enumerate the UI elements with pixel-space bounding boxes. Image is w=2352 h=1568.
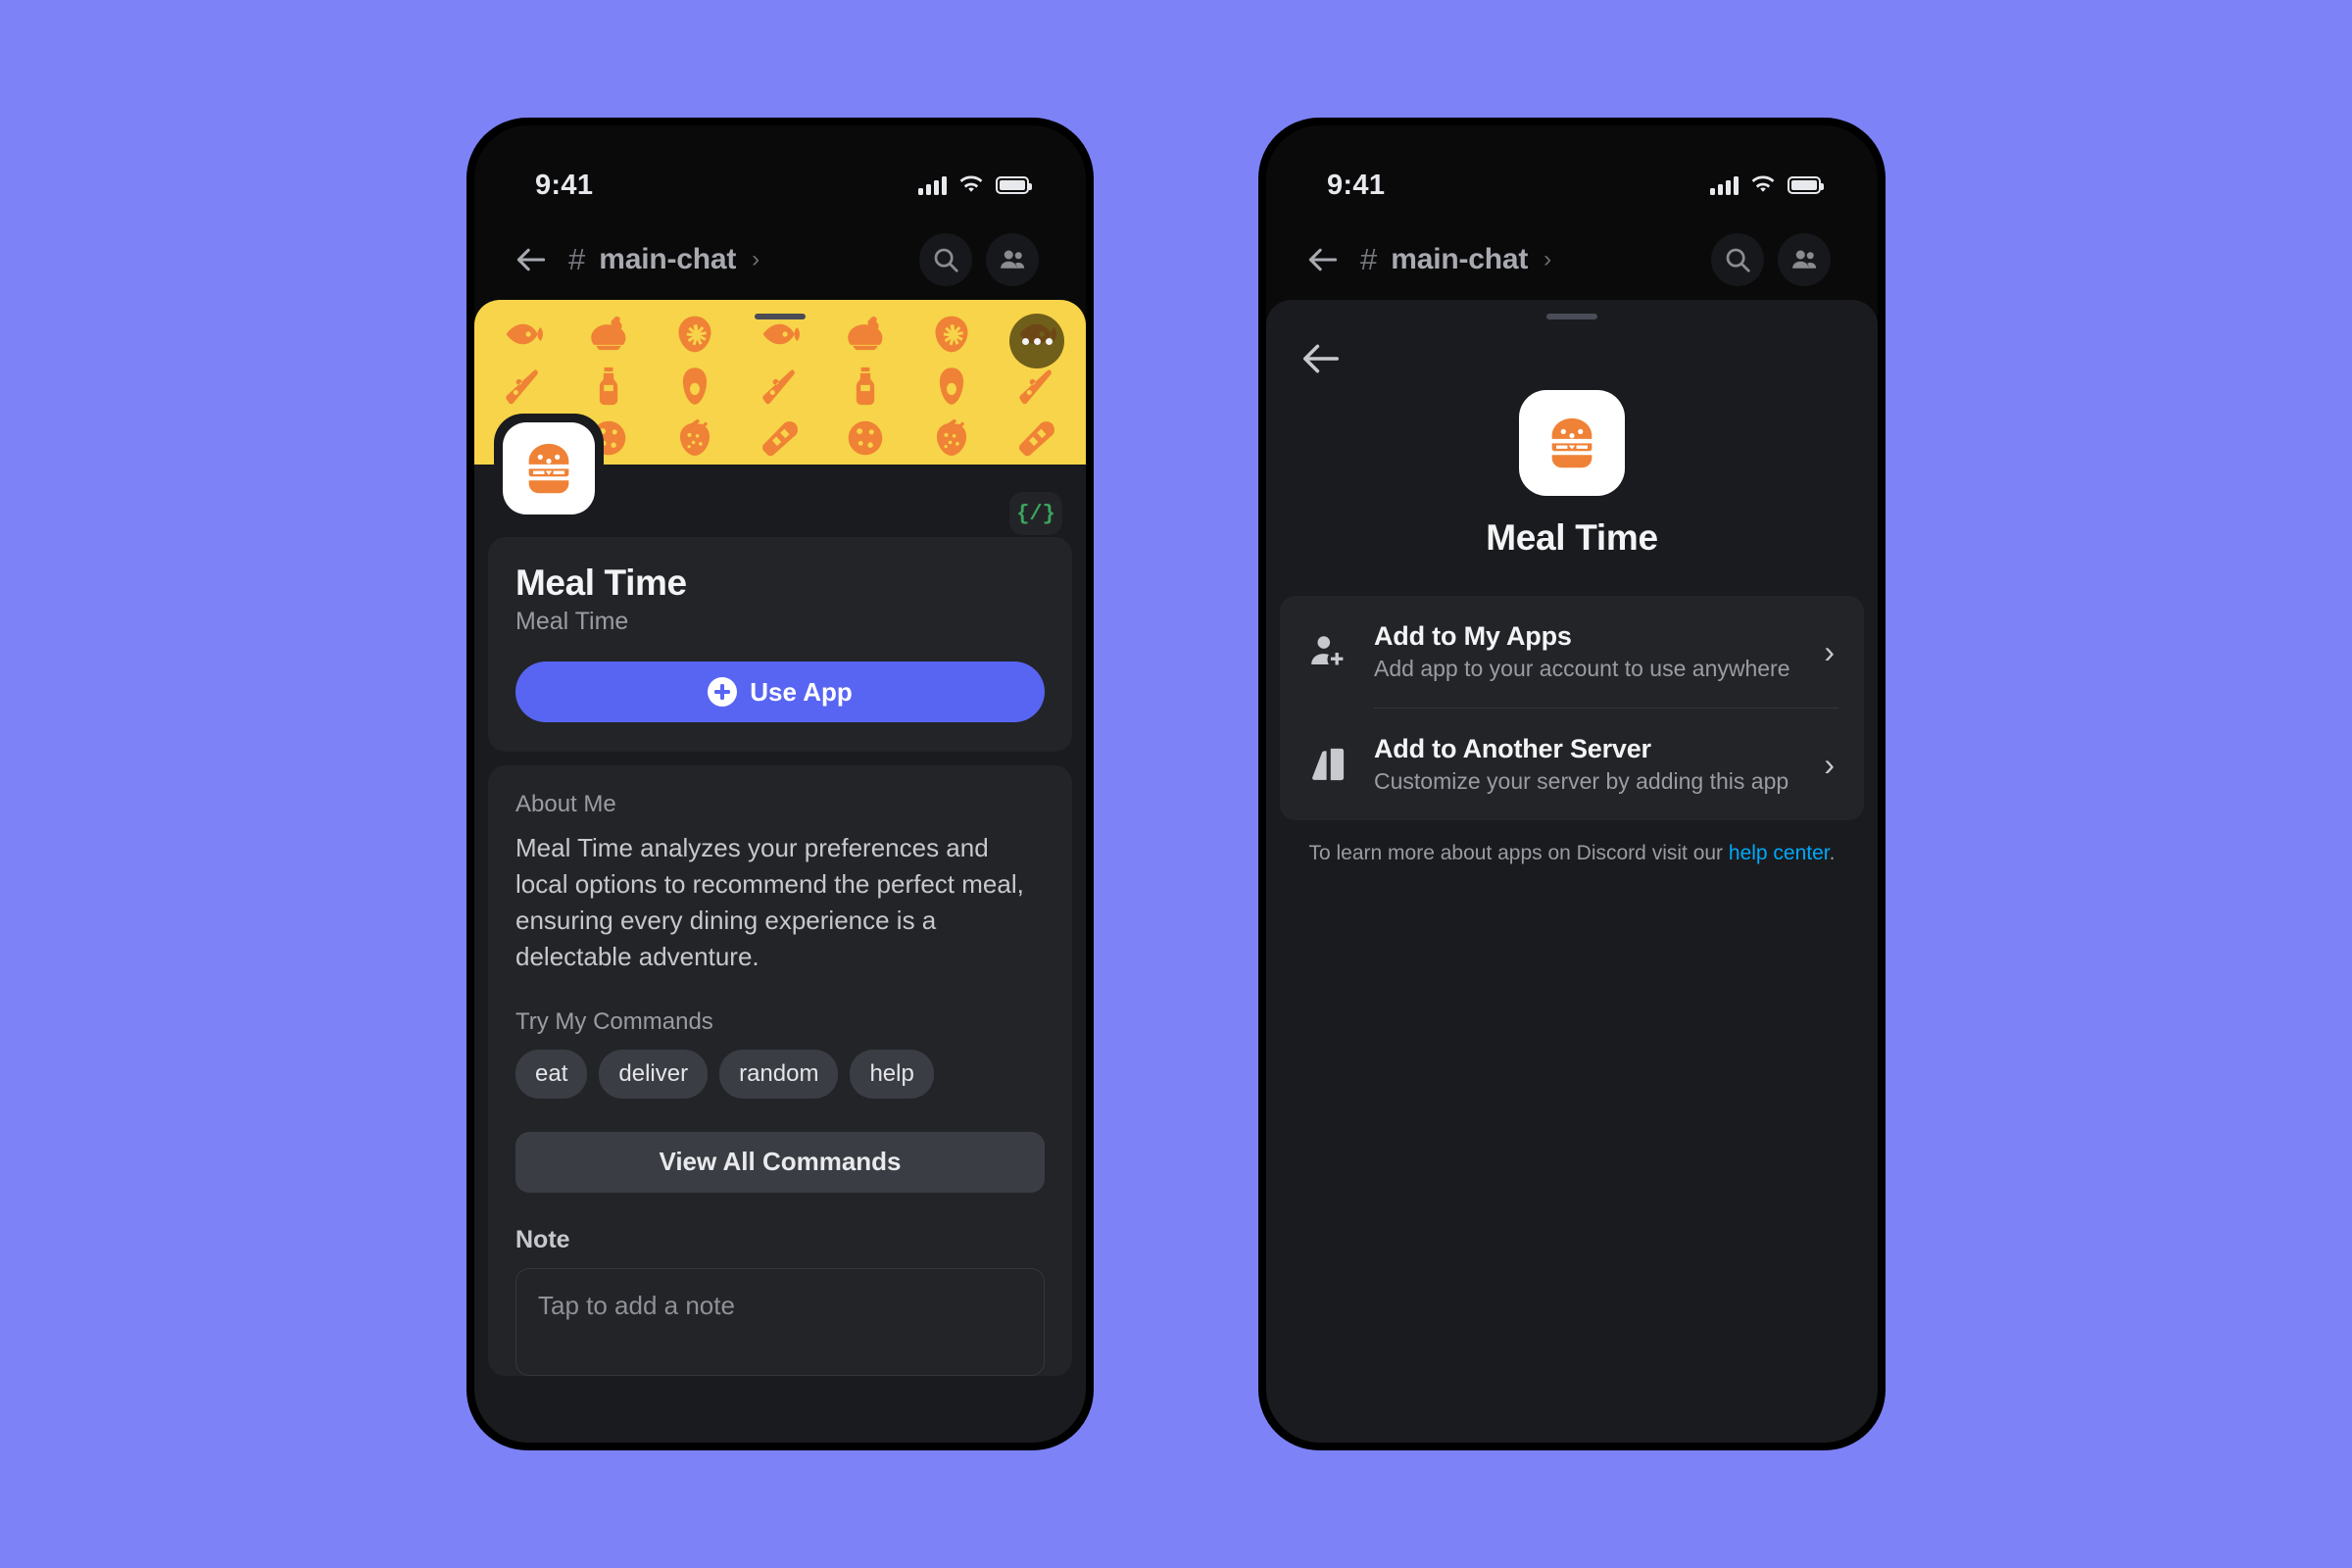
channel-name[interactable]: main-chat [1391,243,1528,276]
status-time: 9:41 [1327,169,1386,201]
chevron-right-icon: › [1544,246,1552,272]
app-name: Meal Time [515,563,687,603]
footnote-suffix: . [1829,842,1836,864]
app-hero: Meal Time [1280,300,1864,559]
add-to-another-server-text: Add to Another Server Customize your ser… [1374,734,1800,795]
search-icon[interactable] [1711,233,1764,286]
members-icon[interactable] [1778,233,1831,286]
status-icons [918,175,1032,195]
try-commands-label: Try My Commands [515,1007,713,1035]
back-arrow-icon[interactable] [512,240,551,279]
slash-command-badge[interactable]: {/} [1009,492,1062,535]
phone-left: 9:41 # main-chat › {/} Meal Time Meal Ti… [466,118,1094,1450]
command-chips: eat deliver random help [515,1049,1045,1099]
help-footnote: To learn more about apps on Discord visi… [1280,842,1864,865]
command-chip[interactable]: deliver [599,1049,709,1099]
battery-icon [996,176,1032,194]
lettuce-icon [678,316,711,352]
chevron-right-icon: › [752,246,760,272]
citrus-icon [849,421,883,456]
burger-icon [1551,417,1592,468]
footnote-prefix: To learn more about apps on Discord visi… [1308,842,1729,864]
channel-header: # main-chat › [474,220,1086,300]
app-profile-card: Meal Time Meal Time Use App [488,537,1072,752]
status-icons [1710,175,1824,195]
option-description: Customize your server by adding this app [1374,768,1789,794]
wifi-icon [1751,175,1775,192]
avocado-icon [939,368,963,405]
members-icon[interactable] [986,233,1039,286]
sheet-grabber[interactable] [1546,314,1597,319]
battery-icon [1788,176,1824,194]
help-center-link[interactable]: help center [1729,842,1830,864]
view-all-commands-button[interactable]: View All Commands [515,1131,1045,1193]
strawberry-icon [679,418,710,457]
command-chip[interactable]: random [719,1049,839,1099]
bread-icon [762,421,798,457]
add-person-icon [1305,629,1350,674]
about-me-text: Meal Time analyzes your preferences and … [515,833,1024,971]
burger-app-avatar [1519,390,1625,496]
status-bar: 9:41 [1266,125,1878,220]
add-to-my-apps-text: Add to My Apps Add app to your account t… [1374,621,1800,682]
bottle-icon [599,367,618,406]
sheet-grabber[interactable] [755,314,806,319]
avatar [494,414,604,523]
app-profile-sheet: {/} Meal Time Meal Time Use App About Me… [474,300,1086,1443]
bottle-icon [857,367,875,406]
more-options-icon[interactable] [1009,314,1064,368]
fish-icon [506,323,543,344]
add-to-another-server-row[interactable]: Add to Another Server Customize your ser… [1280,709,1864,820]
app-name: Meal Time [1486,517,1658,558]
option-title: Add to My Apps [1374,621,1572,651]
burger-app-avatar [503,422,595,514]
plus-circle-icon [708,677,738,707]
channel-name[interactable]: main-chat [599,243,736,276]
cellular-signal-icon [918,175,947,195]
use-app-button[interactable]: Use App [515,662,1045,722]
back-arrow-icon[interactable] [1299,341,1343,384]
channel-header: # main-chat › [1266,220,1878,300]
option-description: Add app to your account to use anywhere [1374,656,1790,681]
command-chip[interactable]: eat [515,1049,588,1099]
bread-icon [1019,421,1055,457]
avocado-icon [682,368,707,405]
app-username: Meal Time [515,608,629,635]
option-title: Add to Another Server [1374,734,1651,763]
add-app-sheet: Meal Time Add to My Apps Add app to your… [1266,300,1878,1443]
chevron-right-icon: › [1824,633,1835,669]
server-icon [1305,742,1350,787]
status-time: 9:41 [535,169,594,201]
pizza-icon [762,369,795,405]
channel-hash-icon: # [568,242,586,276]
add-to-my-apps-row[interactable]: Add to My Apps Add app to your account t… [1280,596,1864,708]
burger-icon [528,443,569,494]
note-label: Note [515,1225,570,1253]
channel-hash-icon: # [1360,242,1378,276]
note-input[interactable]: Tap to add a note [515,1267,1045,1376]
back-arrow-icon[interactable] [1303,240,1343,279]
about-me-label: About Me [515,791,616,817]
search-icon[interactable] [919,233,972,286]
screen-app-profile: 9:41 # main-chat › {/} Meal Time Meal Ti… [474,125,1086,1443]
command-chip[interactable]: help [850,1049,934,1099]
phone-right: 9:41 # main-chat › Meal Time Add to My A… [1258,118,1886,1450]
pizza-icon [506,369,538,405]
use-app-label: Use App [750,676,853,707]
status-bar: 9:41 [474,125,1086,220]
chicken-icon [591,316,626,350]
cellular-signal-icon [1710,175,1739,195]
screen-add-app: 9:41 # main-chat › Meal Time Add to My A… [1266,125,1878,1443]
strawberry-icon [936,418,966,457]
add-options-card: Add to My Apps Add app to your account t… [1280,596,1864,820]
chicken-icon [848,316,883,350]
lettuce-icon [935,316,968,352]
app-details-card: About Me Meal Time analyzes your prefere… [488,765,1072,1376]
chevron-right-icon: › [1824,746,1835,782]
wifi-icon [959,175,983,192]
pizza-icon [1019,369,1053,405]
